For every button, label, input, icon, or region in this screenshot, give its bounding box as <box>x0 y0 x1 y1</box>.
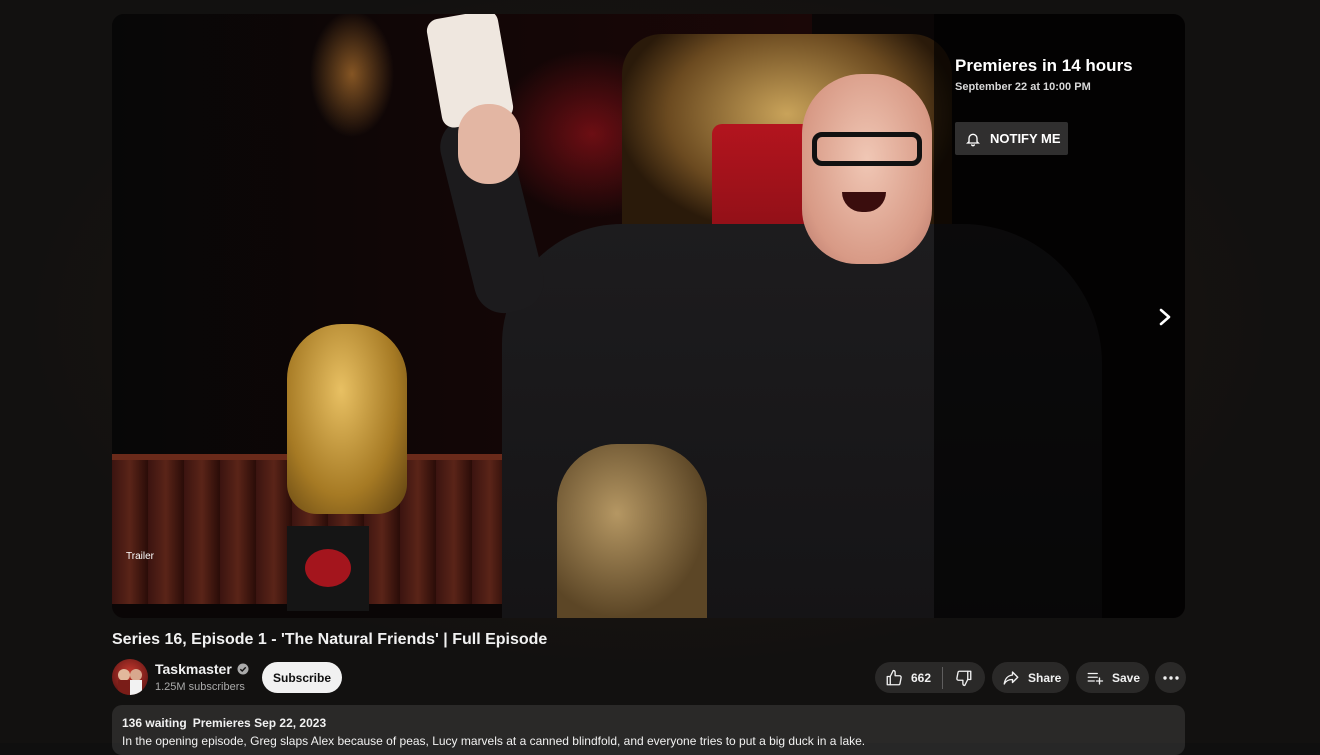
premiere-overlay <box>934 14 1185 618</box>
video-player[interactable]: Trailer Premieres in 14 hours September … <box>112 14 1185 618</box>
next-video-button[interactable] <box>1152 304 1178 330</box>
dislike-button[interactable] <box>943 662 985 693</box>
bell-icon <box>965 131 981 147</box>
premiere-countdown: Premieres in 14 hours <box>955 56 1133 75</box>
description-text: In the opening episode, Greg slaps Alex … <box>122 734 866 748</box>
subscriber-count: 1.25M subscribers <box>155 681 245 693</box>
description-box[interactable]: 136 waiting Premieres Sep 22, 2023 In th… <box>112 705 1185 755</box>
channel-name[interactable]: Taskmaster <box>155 661 249 677</box>
share-arrow-icon <box>1002 669 1020 687</box>
trailer-badge: Trailer <box>126 551 154 562</box>
more-actions-button[interactable] <box>1155 662 1186 693</box>
playlist-add-icon <box>1086 669 1104 687</box>
share-button[interactable]: Share <box>992 662 1069 693</box>
thumbs-down-icon <box>955 669 973 687</box>
like-count: 662 <box>911 670 932 685</box>
premiere-date-text: Premieres Sep 22, 2023 <box>192 716 327 730</box>
share-label: Share <box>1028 670 1062 685</box>
like-dislike-group: 662 <box>875 662 985 693</box>
avatar[interactable] <box>112 659 148 695</box>
notify-me-label: NOTIFY ME <box>990 131 1061 146</box>
notify-me-button[interactable]: NOTIFY ME <box>955 122 1068 155</box>
premiere-date: September 22 at 10:00 PM <box>955 81 1091 93</box>
verified-check-icon <box>237 663 249 675</box>
waiting-count: 136 waiting <box>122 716 187 730</box>
video-title: Series 16, Episode 1 - 'The Natural Frie… <box>112 631 548 648</box>
subscribe-button[interactable]: Subscribe <box>262 662 342 693</box>
description-meta: 136 waiting Premieres Sep 22, 2023 <box>122 716 1175 730</box>
more-horizontal-icon <box>1162 675 1179 680</box>
chevron-right-icon <box>1157 308 1173 326</box>
save-button[interactable]: Save <box>1076 662 1149 693</box>
thumbs-up-icon <box>885 669 903 687</box>
like-button[interactable]: 662 <box>875 662 942 693</box>
channel-name-label: Taskmaster <box>155 661 232 677</box>
save-label: Save <box>1112 670 1141 685</box>
